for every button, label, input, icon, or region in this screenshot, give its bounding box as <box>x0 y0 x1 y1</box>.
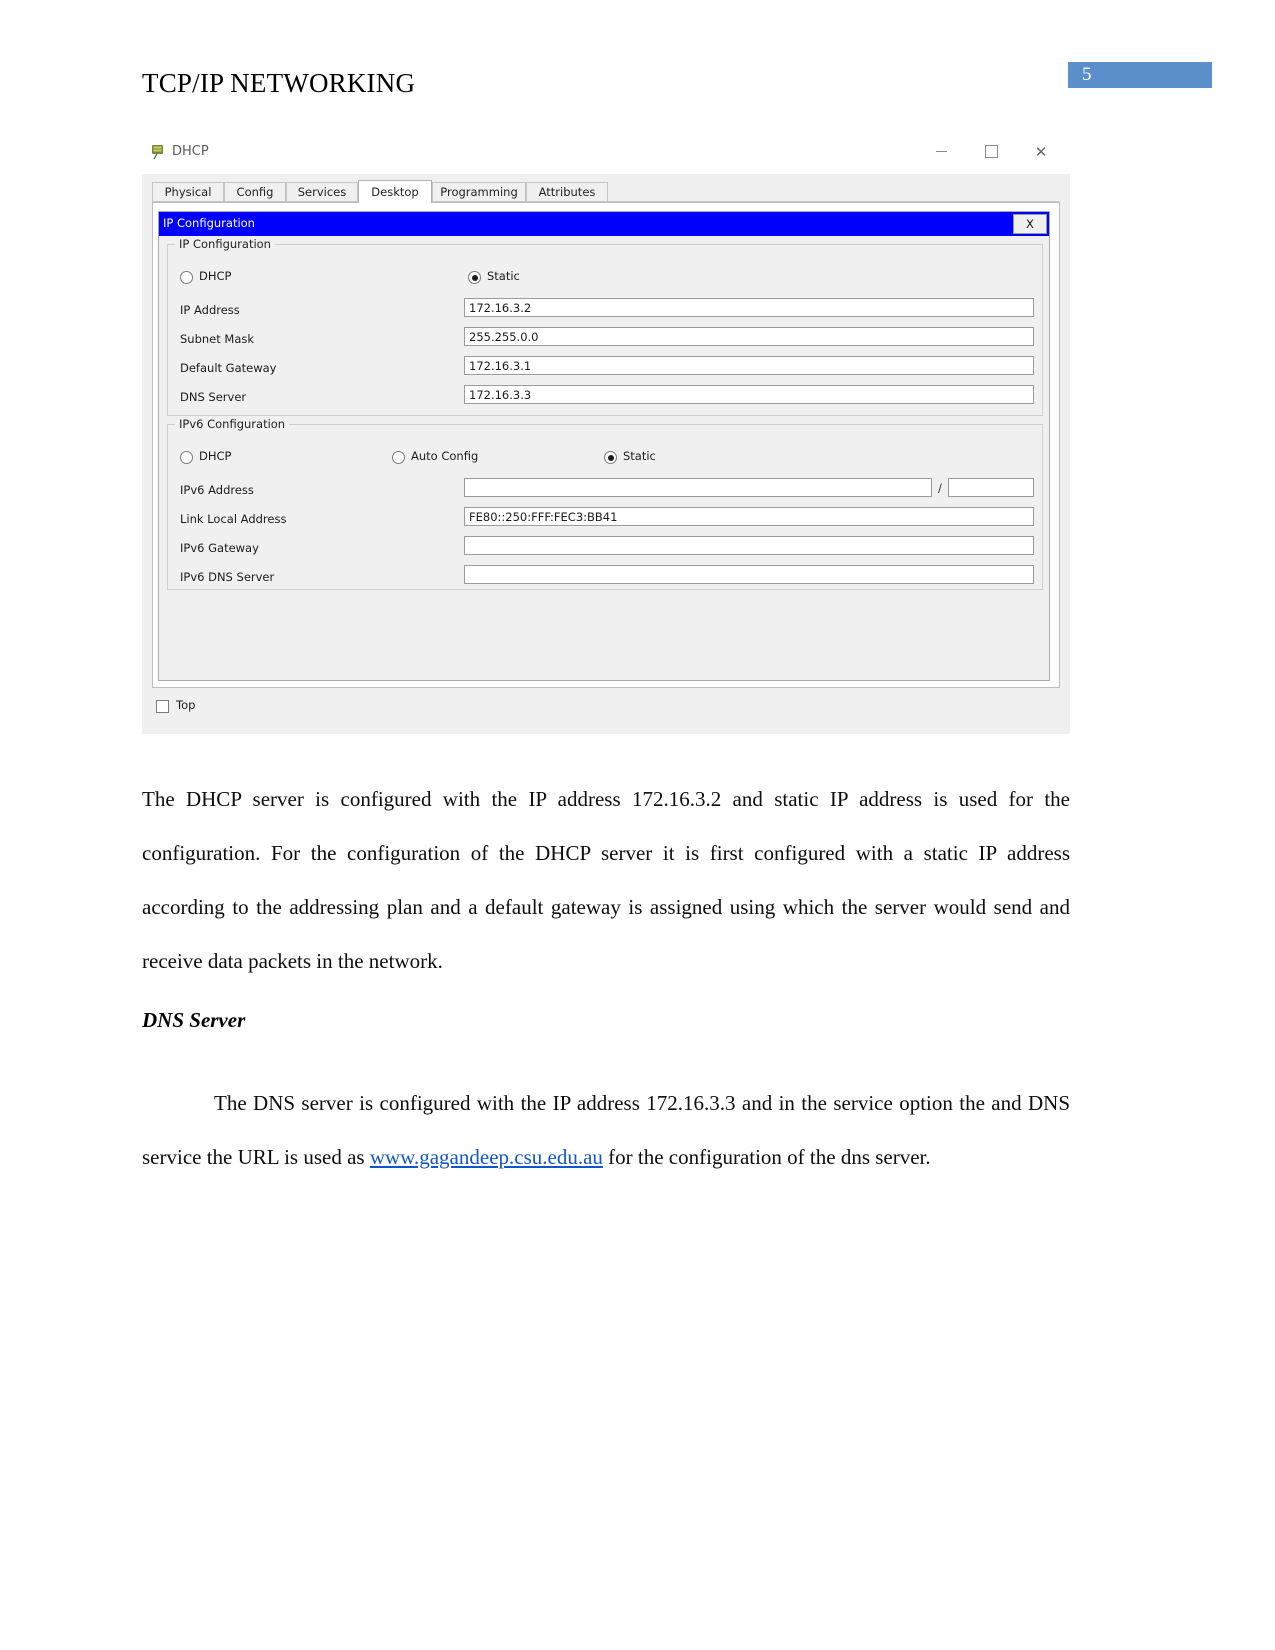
tab-attributes[interactable]: Attributes <box>526 182 608 202</box>
radio-indicator <box>604 451 617 464</box>
radio-indicator <box>468 271 481 284</box>
ipv6-dns-server-label: IPv6 DNS Server <box>180 570 275 584</box>
ip-address-label: IP Address <box>180 303 240 317</box>
link-local-address-label: Link Local Address <box>180 512 287 526</box>
ipv6-prefix-separator: / <box>938 481 942 495</box>
tab-label: Programming <box>440 185 518 199</box>
maximize-button[interactable] <box>968 132 1014 172</box>
page-number-badge: 5 <box>1068 62 1212 88</box>
ipv4-configuration-group: IP Configuration DHCP Static IP Address … <box>167 237 1043 416</box>
paragraph-dns-description: The DNS server is configured with the IP… <box>142 1076 1070 1184</box>
minimize-button[interactable] <box>918 132 964 172</box>
tab-services[interactable]: Services <box>286 182 358 202</box>
paragraph-text-after-link: for the configuration of the dns server. <box>602 1145 931 1169</box>
window-titlebar: DHCP ✕ <box>142 132 1070 174</box>
default-gateway-label: Default Gateway <box>180 361 277 375</box>
top-checkbox-label: Top <box>176 698 196 712</box>
radio-indicator <box>392 451 405 464</box>
ipv4-dhcp-label: DHCP <box>199 269 232 283</box>
tab-physical[interactable]: Physical <box>152 182 224 202</box>
tab-label: Desktop <box>371 185 419 199</box>
page-title: TCP/IP NETWORKING <box>142 68 416 98</box>
ipv6-prefix-input[interactable] <box>948 478 1034 497</box>
radio-indicator <box>180 271 193 284</box>
server-device-icon <box>152 145 163 160</box>
tab-label: Config <box>236 185 274 199</box>
tab-desktop[interactable]: Desktop <box>358 180 432 203</box>
subnet-mask-input[interactable]: 255.255.0.0 <box>464 327 1034 346</box>
page-number-value: 5 <box>1082 64 1092 85</box>
desktop-panel: IP Configuration X IP Configuration DHCP… <box>152 202 1060 688</box>
ipv6-address-label: IPv6 Address <box>180 483 254 497</box>
heading-dns-server: DNS Server <box>142 1008 246 1032</box>
ip-config-title: IP Configuration <box>163 216 255 230</box>
default-gateway-input[interactable]: 172.16.3.1 <box>464 356 1034 375</box>
ipv6-gateway-label: IPv6 Gateway <box>180 541 259 555</box>
ipv6-static-label: Static <box>623 449 656 463</box>
close-icon: ✕ <box>1034 143 1048 161</box>
dns-server-label: DNS Server <box>180 390 247 404</box>
link-local-address-input[interactable]: FE80::250:FFF:FEC3:BB41 <box>464 507 1034 526</box>
top-checkbox[interactable] <box>156 700 169 713</box>
minimize-icon <box>935 151 947 152</box>
ip-config-titlebar: IP Configuration <box>159 212 1049 236</box>
window-title: DHCP <box>172 144 209 159</box>
ipv6-group-legend: IPv6 Configuration <box>175 417 290 431</box>
ipv6-dns-server-input[interactable] <box>464 565 1034 584</box>
radio-indicator <box>180 451 193 464</box>
packet-tracer-window: DHCP ✕ Physical Config Services Desktop … <box>142 132 1070 734</box>
tab-label: Physical <box>164 185 212 199</box>
document-header: TCP/IP NETWORKING 5 <box>142 62 1212 106</box>
ipv6-configuration-group: IPv6 Configuration DHCP Auto Config Stat… <box>167 417 1043 590</box>
ipv6-gateway-input[interactable] <box>464 536 1034 555</box>
tab-label: Attributes <box>538 185 596 199</box>
tab-label: Services <box>297 185 347 199</box>
ipv6-address-input[interactable] <box>464 478 932 497</box>
paragraph-dhcp-description: The DHCP server is configured with the I… <box>142 787 1070 973</box>
ip-address-input[interactable]: 172.16.3.2 <box>464 298 1034 317</box>
ipv6-autoconfig-label: Auto Config <box>411 449 479 463</box>
tab-strip: Physical Config Services Desktop Program… <box>152 180 1060 203</box>
ipv4-group-legend: IP Configuration <box>175 237 275 251</box>
tab-programming[interactable]: Programming <box>432 182 526 202</box>
ip-configuration-dialog: IP Configuration X IP Configuration DHCP… <box>158 211 1050 681</box>
tab-config[interactable]: Config <box>224 182 286 202</box>
maximize-icon <box>984 145 998 158</box>
ipv6-dhcp-label: DHCP <box>199 449 232 463</box>
window-bottom-bar: Top <box>152 694 1060 724</box>
close-button[interactable]: ✕ <box>1018 132 1064 172</box>
dns-server-input[interactable]: 172.16.3.3 <box>464 385 1034 404</box>
ip-config-close-button[interactable]: X <box>1013 214 1047 234</box>
dns-url-link[interactable]: www.gagandeep.csu.edu.au <box>370 1145 603 1169</box>
ipv4-static-label: Static <box>487 269 520 283</box>
subnet-mask-label: Subnet Mask <box>180 332 255 346</box>
